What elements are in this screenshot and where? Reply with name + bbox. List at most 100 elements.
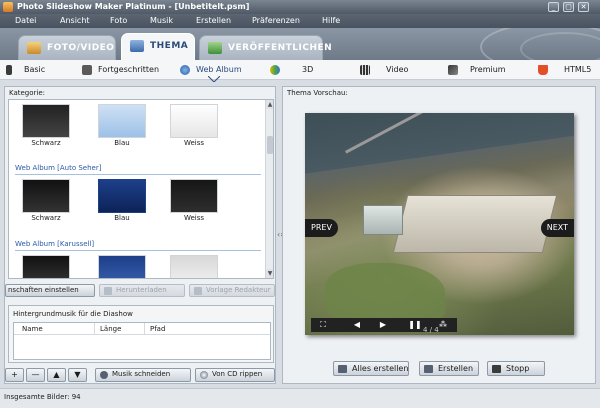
decoration-ring — [520, 32, 600, 60]
menu-datei[interactable]: Datei — [15, 15, 36, 27]
subtab-3d[interactable]: 3D — [270, 63, 320, 77]
thumbnail-image — [170, 179, 218, 213]
status-bar: Insgesamte Bilder: 94 — [0, 388, 600, 408]
music-table[interactable]: Name Länge Pfad — [13, 322, 271, 360]
tab-veroeffentlichen[interactable]: VERÖFFENTLICHEN — [199, 35, 332, 60]
create-all-button[interactable]: Alles erstellen — [333, 361, 409, 376]
theme-thumbnail-weiss[interactable]: Weiss — [170, 179, 218, 222]
preview-building — [392, 195, 558, 253]
stop-button[interactable]: Stopp — [487, 361, 545, 376]
theme-thumbnail-schwarz[interactable]: Schwarz — [22, 104, 70, 147]
thumbnail-label: Blau — [114, 214, 130, 222]
background-music-box: Hintergrundmusik für die Diashow Name Lä… — [8, 305, 274, 363]
subtab-web-album[interactable]: Web Album — [180, 63, 250, 77]
button-label: Herunterladen — [116, 286, 167, 294]
template-editor-button[interactable]: Vorlage Redakteur — [189, 284, 275, 297]
camera-icon — [82, 65, 92, 75]
subtab-fortgeschritten[interactable]: Fortgeschritten — [82, 63, 172, 77]
tab-foto-video[interactable]: FOTO/VIDEO — [18, 35, 116, 60]
menu-praeferenzen[interactable]: Präferenzen — [252, 15, 300, 27]
remove-music-button[interactable]: — — [26, 368, 45, 382]
3d-icon — [270, 65, 280, 75]
arrow-down-icon — [424, 365, 433, 373]
prev-button[interactable]: PREV — [305, 219, 338, 237]
menu-erstellen[interactable]: Erstellen — [196, 15, 231, 27]
create-button[interactable]: Erstellen — [419, 361, 479, 376]
move-up-button[interactable]: ▲ — [47, 368, 66, 382]
header-divider — [14, 334, 270, 335]
edit-icon — [194, 287, 202, 295]
menu-foto[interactable]: Foto — [110, 15, 127, 27]
column-path[interactable]: Pfad — [150, 325, 165, 333]
button-label: Stopp — [506, 364, 530, 373]
subtab-video[interactable]: Video — [360, 63, 420, 77]
scroll-down-icon[interactable]: ▼ — [266, 269, 273, 278]
window-title: Photo Slideshow Maker Platinum - [Unbeti… — [17, 2, 250, 11]
theme-thumbnail-blau[interactable]: Blau — [98, 179, 146, 222]
section-heading: Web Album [Auto Seher] — [15, 164, 102, 172]
premium-icon — [448, 65, 458, 75]
menu-ansicht[interactable]: Ansicht — [60, 15, 90, 27]
theme-thumbnail-weiss[interactable]: Weiss — [170, 104, 218, 147]
film-icon — [360, 65, 370, 75]
menu-bar: Datei Ansicht Foto Musik Erstellen Präfe… — [0, 14, 600, 28]
thumbnail-image — [170, 255, 218, 278]
download-button[interactable]: Herunterladen — [99, 284, 185, 297]
tab-label: VERÖFFENTLICHEN — [228, 43, 333, 53]
preview-label: Thema Vorschau: — [287, 89, 348, 97]
category-list[interactable]: Schwarz Blau Weiss Web Album [Auto Seher… — [8, 99, 274, 279]
subtab-label: Basic — [24, 65, 46, 74]
theme-thumbnail-blau[interactable]: Blau — [98, 104, 146, 147]
move-down-button[interactable]: ▼ — [68, 368, 87, 382]
subtab-label: Fortgeschritten — [98, 65, 160, 74]
menu-hilfe[interactable]: Hilfe — [322, 15, 340, 27]
thumbnail-label: Weiss — [183, 139, 205, 147]
rip-cd-button[interactable]: Von CD rippen — [195, 368, 275, 382]
tab-thema[interactable]: THEMA — [121, 33, 195, 60]
subtab-html5[interactable]: HTML5 — [538, 63, 598, 77]
download-icon — [104, 287, 112, 295]
next-button[interactable]: NEXT — [540, 219, 574, 237]
active-tab-pointer — [208, 76, 220, 82]
previous-icon[interactable]: ◀ — [347, 319, 367, 331]
column-length[interactable]: Länge — [100, 325, 121, 333]
theme-preview[interactable]: PREV NEXT ⛶ ◀ ▶ ❚❚ ⁂ 4 / 4 — [305, 113, 574, 335]
subtab-premium[interactable]: Premium — [448, 63, 518, 77]
arrow-down-icon: ▼ — [74, 370, 81, 379]
scissors-icon — [100, 371, 108, 379]
close-button[interactable]: ✕ — [578, 2, 589, 12]
preview-green — [325, 263, 445, 323]
fullscreen-icon[interactable]: ⛶ — [313, 319, 333, 331]
app-icon — [3, 2, 13, 12]
set-properties-button[interactable]: nschaften einstellen — [5, 284, 95, 297]
scroll-up-icon[interactable]: ▲ — [266, 100, 273, 109]
theme-thumbnail[interactable] — [22, 255, 70, 278]
thumbnail-image — [22, 179, 70, 213]
theme-thumbnail[interactable] — [98, 255, 146, 278]
subtab-basic[interactable]: Basic — [6, 63, 66, 77]
cd-icon — [200, 371, 208, 379]
theme-thumbnail[interactable] — [170, 255, 218, 278]
thumbnail-label: Schwarz — [31, 139, 61, 147]
next-icon[interactable]: ▶ — [373, 319, 393, 331]
category-scrollbar[interactable]: ▲ ▼ — [265, 100, 273, 278]
button-label: Vorlage Redakteur — [206, 286, 271, 294]
scroll-thumb[interactable] — [267, 136, 273, 154]
tab-label: THEMA — [150, 41, 189, 51]
minimize-button[interactable]: _ — [548, 2, 559, 12]
preview-building — [363, 205, 403, 235]
maximize-button[interactable]: ▢ — [563, 2, 574, 12]
button-label: Musik schneiden — [112, 370, 171, 378]
thumbnail-image — [170, 104, 218, 138]
add-music-button[interactable]: + — [5, 368, 24, 382]
subtab-label: Web Album — [196, 65, 242, 74]
theme-thumbnail-schwarz[interactable]: Schwarz — [22, 179, 70, 222]
column-separator — [94, 323, 95, 334]
menu-musik[interactable]: Musik — [150, 15, 173, 27]
column-name[interactable]: Name — [22, 325, 43, 333]
add-icon: + — [11, 370, 18, 379]
cut-music-button[interactable]: Musik schneiden — [95, 368, 191, 382]
theme-icon — [130, 40, 144, 52]
pause-icon[interactable]: ❚❚ — [405, 319, 425, 331]
column-separator — [144, 323, 145, 334]
